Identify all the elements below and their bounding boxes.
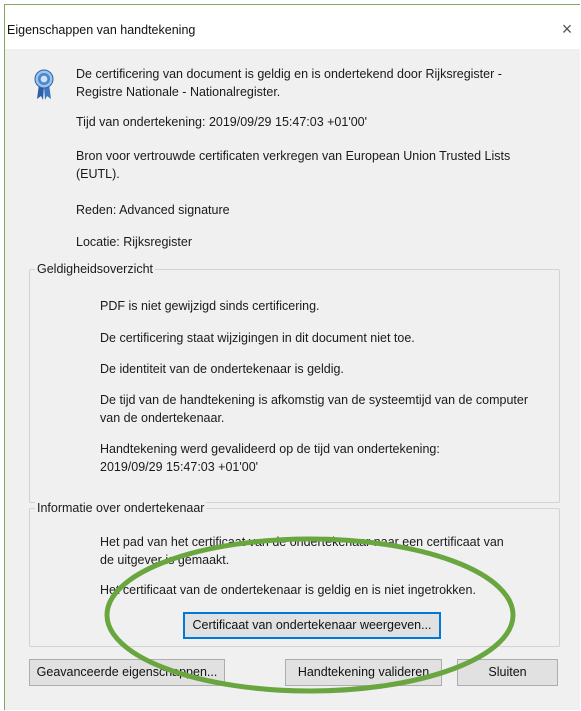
- certificate-ribbon-icon: [34, 69, 54, 100]
- dialog-content: De certificering van document is geldig …: [5, 49, 580, 710]
- advanced-properties-button[interactable]: Geavanceerde eigenschappen...: [29, 659, 225, 686]
- signer-info-group: Informatie over ondertekenaar Het pad va…: [29, 500, 560, 647]
- validity-item-not-modified: PDF is niet gewijzigd sinds certificerin…: [100, 299, 320, 313]
- signature-properties-dialog: Eigenschappen van handtekening × De cert…: [4, 4, 580, 710]
- reason-text: Reden: Advanced signature: [76, 203, 230, 217]
- close-button[interactable]: Sluiten: [457, 659, 558, 686]
- dialog-title: Eigenschappen van handtekening: [7, 23, 196, 37]
- show-certificate-button[interactable]: Certificaat van ondertekenaar weergeven.…: [183, 612, 441, 639]
- validity-item-system-time: De tijd van de handtekening is afkomstig…: [100, 393, 529, 425]
- certificate-path-text: Het pad van het certificaat van de onder…: [100, 535, 504, 567]
- validity-item-validated-time: Handtekening werd gevalideerd op de tijd…: [100, 442, 440, 474]
- validate-signature-button[interactable]: Handtekening valideren: [285, 659, 442, 686]
- certificate-valid-text: Het certificaat van de ondertekenaar is …: [100, 583, 476, 597]
- validity-summary-group: Geldigheidsoverzicht PDF is niet gewijzi…: [29, 261, 560, 503]
- location-text: Locatie: Rijksregister: [76, 235, 193, 249]
- validity-item-identity-valid: De identiteit van de ondertekenaar is ge…: [100, 362, 344, 376]
- validity-item-no-changes-allowed: De certificering staat wijzigingen in di…: [100, 331, 415, 345]
- validity-summary-title: Geldigheidsoverzicht: [35, 261, 156, 277]
- signing-time-text: Tijd van ondertekening: 2019/09/29 15:47…: [76, 115, 367, 129]
- certified-by-text: De certificering van document is geldig …: [76, 67, 502, 99]
- title-bar: Eigenschappen van handtekening ×: [5, 5, 580, 49]
- trusted-source-text: Bron voor vertrouwde certificaten verkre…: [76, 149, 511, 181]
- close-icon[interactable]: ×: [557, 19, 577, 39]
- signer-info-title: Informatie over ondertekenaar: [35, 500, 207, 516]
